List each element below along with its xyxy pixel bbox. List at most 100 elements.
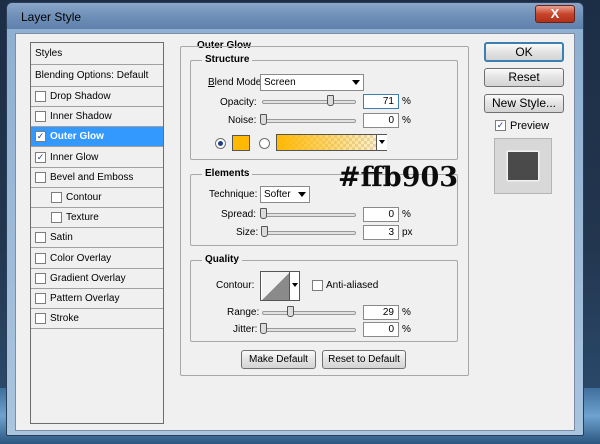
style-item-label: Bevel and Emboss xyxy=(50,171,134,183)
structure-title: Structure xyxy=(202,54,253,65)
style-checkbox[interactable] xyxy=(35,111,46,123)
close-button[interactable]: X xyxy=(535,5,575,23)
glow-color-swatch[interactable] xyxy=(232,135,250,151)
noise-slider[interactable] xyxy=(262,119,356,123)
style-item-bevel-and-emboss[interactable]: Bevel and Emboss xyxy=(31,167,163,188)
styles-header[interactable]: Styles xyxy=(31,43,163,65)
anti-aliased-label: Anti-aliased xyxy=(326,280,379,291)
contour-label: Contour: xyxy=(216,280,255,291)
style-item-label: Texture xyxy=(66,212,99,224)
spread-slider-thumb[interactable] xyxy=(260,208,267,219)
spread-unit: % xyxy=(402,209,411,220)
preview-label: Preview xyxy=(510,120,550,132)
window-title: Layer Style xyxy=(21,10,82,24)
style-checkbox[interactable] xyxy=(35,171,46,183)
style-item-inner-shadow[interactable]: Inner Shadow xyxy=(31,107,163,128)
style-item-inner-glow[interactable]: ✓ Inner Glow xyxy=(31,147,163,168)
ok-button[interactable]: OK xyxy=(484,42,564,62)
style-checkbox[interactable] xyxy=(35,252,46,264)
opacity-slider-thumb[interactable] xyxy=(326,95,334,106)
opacity-slider[interactable] xyxy=(262,100,356,104)
gradient-radio[interactable] xyxy=(259,138,270,149)
style-checkbox[interactable] xyxy=(51,212,62,224)
style-preview-swatch xyxy=(494,138,552,194)
quality-title: Quality xyxy=(202,254,242,265)
style-item-label: Stroke xyxy=(50,313,79,325)
jitter-slider-thumb[interactable] xyxy=(260,323,267,334)
range-unit: % xyxy=(402,307,411,318)
style-checkbox[interactable] xyxy=(35,293,46,304)
style-item-texture[interactable]: Texture xyxy=(31,208,163,229)
blend-mode-select[interactable]: Screen xyxy=(260,74,364,91)
style-item-label: Contour xyxy=(66,192,102,203)
style-item-pattern-overlay[interactable]: Pattern Overlay xyxy=(31,289,163,309)
style-item-label: Pattern Overlay xyxy=(50,293,120,304)
jitter-unit: % xyxy=(402,324,411,335)
anti-aliased-checkbox[interactable] xyxy=(312,280,323,291)
contour-picker[interactable] xyxy=(260,271,300,301)
size-slider-thumb[interactable] xyxy=(261,226,269,237)
style-item-label: Outer Glow xyxy=(50,131,104,143)
jitter-slider[interactable] xyxy=(262,328,356,332)
noise-input[interactable]: 0 xyxy=(363,113,399,128)
style-item-contour[interactable]: Contour xyxy=(31,188,163,208)
preview-square xyxy=(507,151,539,181)
style-item-outer-glow[interactable]: ✓ Outer Glow xyxy=(31,127,163,148)
jitter-input[interactable]: 0 xyxy=(363,322,399,337)
noise-slider-thumb[interactable] xyxy=(260,114,267,125)
style-item-gradient-overlay[interactable]: Gradient Overlay xyxy=(31,268,163,289)
jitter-label: Jitter: xyxy=(233,324,258,335)
elements-title: Elements xyxy=(202,168,253,179)
spread-slider[interactable] xyxy=(262,213,356,217)
title-bar[interactable]: Layer Style X xyxy=(7,3,583,29)
range-label: Range: xyxy=(227,307,260,318)
style-item-label: Inner Shadow xyxy=(50,111,112,123)
style-checkbox[interactable] xyxy=(35,91,46,102)
chevron-down-icon xyxy=(298,192,306,197)
style-item-color-overlay[interactable]: Color Overlay xyxy=(31,248,163,269)
gradient-dropdown-button[interactable] xyxy=(376,135,387,150)
opacity-input[interactable]: 71 xyxy=(363,94,399,109)
contour-dropdown-button[interactable] xyxy=(289,272,299,300)
technique-select[interactable]: Softer xyxy=(260,186,310,203)
chevron-down-icon xyxy=(379,140,385,144)
noise-unit: % xyxy=(402,115,411,126)
range-slider-thumb[interactable] xyxy=(287,306,295,317)
check-icon: ✓ xyxy=(496,120,505,130)
color-hex-annotation: #ffb903 xyxy=(338,162,459,193)
close-icon: X xyxy=(550,6,560,21)
style-item-label: Drop Shadow xyxy=(50,91,111,102)
solid-color-radio[interactable] xyxy=(215,138,226,149)
style-item-label: Color Overlay xyxy=(50,252,112,264)
spread-input[interactable]: 0 xyxy=(363,207,399,222)
range-input[interactable]: 29 xyxy=(363,305,399,320)
style-item-drop-shadow[interactable]: Drop Shadow xyxy=(31,87,163,107)
style-item-satin[interactable]: Satin xyxy=(31,228,163,249)
size-label: Size: xyxy=(236,227,259,238)
style-checkbox[interactable] xyxy=(35,232,46,244)
range-slider[interactable] xyxy=(262,311,356,315)
make-default-button[interactable]: Make Default xyxy=(241,350,316,369)
size-slider[interactable] xyxy=(262,231,356,235)
style-checkbox[interactable]: ✓ xyxy=(35,151,46,163)
style-checkbox[interactable] xyxy=(51,192,62,203)
opacity-label: Opacity: xyxy=(220,97,257,108)
style-checkbox[interactable] xyxy=(35,313,46,325)
technique-label: Technique: xyxy=(209,189,258,200)
new-style-button[interactable]: New Style... xyxy=(484,94,564,113)
style-item-label: Gradient Overlay xyxy=(50,272,126,284)
size-unit: px xyxy=(402,227,413,238)
size-input[interactable]: 3 xyxy=(363,225,399,240)
reset-to-default-button[interactable]: Reset to Default xyxy=(322,350,406,369)
style-item-label: Satin xyxy=(50,232,73,244)
style-checkbox[interactable] xyxy=(35,272,46,284)
chevron-down-icon xyxy=(352,80,360,85)
chevron-down-icon xyxy=(292,283,298,287)
gradient-picker[interactable] xyxy=(276,134,387,151)
style-item-stroke[interactable]: Stroke xyxy=(31,309,163,330)
preview-checkbox[interactable]: ✓ xyxy=(495,120,506,131)
style-item-label: Inner Glow xyxy=(50,151,99,163)
reset-button[interactable]: Reset xyxy=(484,68,564,87)
style-checkbox[interactable]: ✓ xyxy=(35,131,46,143)
blending-options-item[interactable]: Blending Options: Default xyxy=(31,65,163,87)
